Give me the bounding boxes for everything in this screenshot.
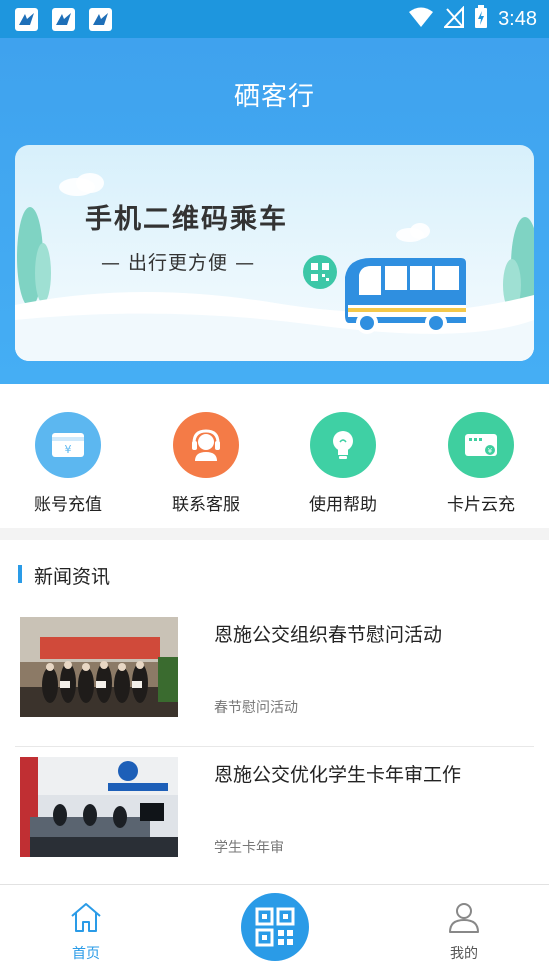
no-signal-icon xyxy=(442,5,465,32)
news-tag: 春节慰问活动 xyxy=(214,700,298,716)
menu-item-recharge[interactable]: ¥ 账号充值 xyxy=(8,412,128,515)
nav-home-label: 首页 xyxy=(72,946,100,962)
notification-app-icon xyxy=(89,8,112,31)
menu-item-customer-service[interactable]: 联系客服 xyxy=(146,412,266,515)
news-headline: 恩施公交优化学生卡年审工作 xyxy=(214,764,462,786)
nav-mine[interactable]: 我的 xyxy=(414,899,514,963)
banner-subtitle: — 出行更方便 — xyxy=(101,252,256,274)
nav-home[interactable]: 首页 xyxy=(36,899,136,963)
svg-text:¥: ¥ xyxy=(65,443,72,456)
promo-banner[interactable]: 手机二维码乘车 — 出行更方便 — xyxy=(15,145,534,361)
menu-label: 联系客服 xyxy=(172,495,240,515)
menu-label: 账号充值 xyxy=(34,495,102,515)
wifi-icon xyxy=(408,6,434,32)
home-icon xyxy=(68,903,104,939)
news-item[interactable]: 恩施公交优化学生卡年审工作 学生卡年审 xyxy=(15,757,534,887)
wallet-icon: ¥ xyxy=(35,412,101,478)
lightbulb-icon xyxy=(310,412,376,478)
qr-code-icon xyxy=(255,907,295,947)
bottom-nav: 首页 我的 xyxy=(0,884,549,976)
bus-illustration xyxy=(15,173,534,361)
menu-label: 卡片云充 xyxy=(447,495,515,515)
header: 硒客行 手机二维码乘车 — 出行更方便 — xyxy=(0,38,549,384)
menu-item-card-cloud-recharge[interactable]: ¥ 卡片云充 xyxy=(421,412,541,515)
qr-scan-button[interactable] xyxy=(241,893,309,961)
news-headline: 恩施公交组织春节慰问活动 xyxy=(214,624,443,646)
news-thumbnail xyxy=(20,757,178,857)
divider xyxy=(15,746,534,747)
user-icon xyxy=(446,903,482,939)
notification-app-icon xyxy=(52,8,75,31)
notification-app-icon xyxy=(15,8,38,31)
news-thumbnail xyxy=(20,617,178,717)
nav-mine-label: 我的 xyxy=(450,946,478,962)
news-section: 新闻资讯 恩施公交组织春节慰问活动 春节慰问活动 恩施公交优化学生卡年审工作 学… xyxy=(0,540,549,887)
banner-title: 手机二维码乘车 xyxy=(85,204,288,235)
menu-label: 使用帮助 xyxy=(309,495,377,515)
section-accent-bar xyxy=(18,565,22,583)
quick-menu: ¥ 账号充值 联系客服 使用帮助 ¥ 卡片云充 xyxy=(0,384,549,528)
section-title: 新闻资讯 xyxy=(34,566,111,588)
status-bar: 3:48 xyxy=(0,0,549,38)
menu-item-help[interactable]: 使用帮助 xyxy=(283,412,403,515)
card-icon: ¥ xyxy=(448,412,514,478)
headset-icon xyxy=(173,412,239,478)
clock-time: 3:48 xyxy=(498,7,537,30)
page-title: 硒客行 xyxy=(233,82,315,112)
svg-text:¥: ¥ xyxy=(488,447,493,455)
news-item[interactable]: 恩施公交组织春节慰问活动 春节慰问活动 xyxy=(15,617,534,747)
battery-icon xyxy=(474,5,488,33)
news-tag: 学生卡年审 xyxy=(214,840,284,856)
